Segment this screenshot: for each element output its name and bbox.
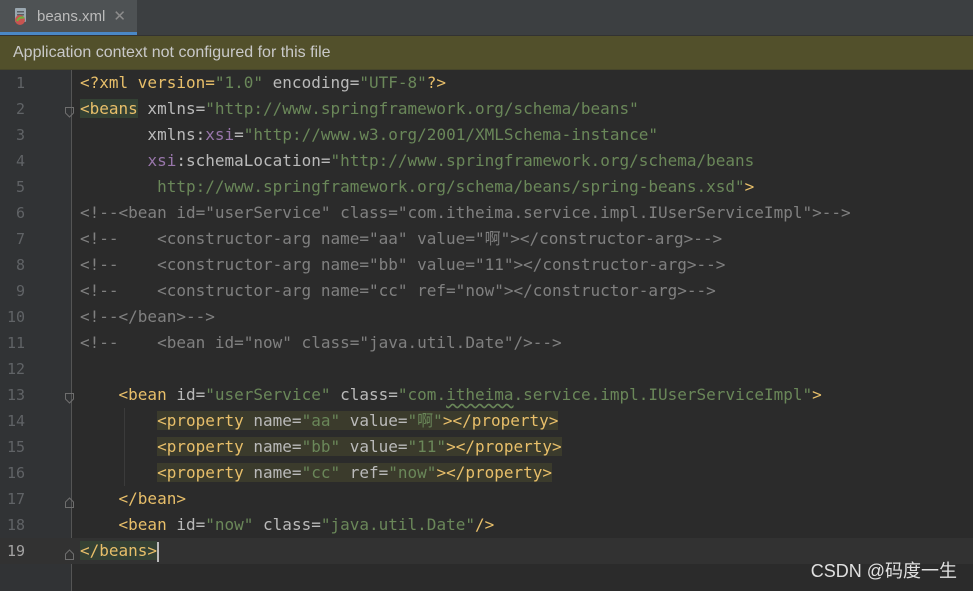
code-line-1[interactable]: 1 <?xml version="1.0" encoding="UTF-8"?> (0, 70, 973, 96)
line-number: 10 (6, 308, 25, 326)
line-number: 14 (6, 412, 25, 430)
code-comment: <!-- <constructor-arg name="bb" value="1… (80, 255, 726, 274)
code-line-4[interactable]: 4 xsi:schemaLocation="http://www.springf… (0, 148, 973, 174)
tab-label: beans.xml (37, 7, 106, 25)
code-line-13[interactable]: 13 <bean id="userService" class="com.ith… (0, 382, 973, 408)
code-line-8[interactable]: 8 <!-- <constructor-arg name="bb" value=… (0, 252, 973, 278)
code-line-15[interactable]: 15 <property name="bb" value="11"></prop… (0, 434, 973, 460)
code-line-18[interactable]: 18 <bean id="now" class="java.util.Date"… (0, 512, 973, 538)
line-number: 18 (6, 516, 25, 534)
code-line-12[interactable]: 12 (0, 356, 973, 382)
code-line-14[interactable]: 14 <property name="aa" value="啊"></prope… (0, 408, 973, 434)
line-number: 8 (15, 256, 25, 274)
line-number: 7 (15, 230, 25, 248)
line-number: 3 (15, 126, 25, 144)
code-line-2[interactable]: 2 <beans xmlns="http://www.springframewo… (0, 96, 973, 122)
line-number: 17 (6, 490, 25, 508)
editor-tab-bar: beans.xml ✕ (0, 0, 973, 36)
fold-marker-icon[interactable] (65, 493, 74, 508)
line-number: 4 (15, 152, 25, 170)
xml-spring-file-icon (12, 6, 32, 26)
code-line-11[interactable]: 11 <!-- <bean id="now" class="java.util.… (0, 330, 973, 356)
code-line-5[interactable]: 5 http://www.springframework.org/schema/… (0, 174, 973, 200)
code-comment: <!-- <bean id="now" class="java.util.Dat… (80, 333, 562, 352)
code-text: <bean id="userService" class="com.itheim… (118, 385, 822, 404)
code-text: <property name="aa" value="啊"></property… (157, 411, 559, 430)
code-editor[interactable]: 1 <?xml version="1.0" encoding="UTF-8"?>… (0, 70, 973, 591)
tab-beans-xml[interactable]: beans.xml ✕ (0, 0, 137, 35)
fold-marker-icon[interactable] (65, 103, 74, 118)
code-comment: <!-- <constructor-arg name="aa" value="啊… (80, 229, 723, 248)
fold-marker-icon[interactable] (65, 389, 74, 404)
line-number: 13 (6, 386, 25, 404)
close-icon[interactable]: ✕ (113, 7, 126, 25)
code-text: <property name="bb" value="11"></propert… (157, 437, 562, 456)
code-text: http://www.springframework.org/schema/be… (157, 177, 755, 196)
line-number: 1 (15, 74, 25, 92)
code-text: <property name="cc" ref="now"></property… (157, 463, 553, 482)
line-number: 5 (15, 178, 25, 196)
watermark: CSDN @码度一生 (810, 561, 957, 581)
line-number: 19 (6, 542, 25, 560)
line-number: 6 (15, 204, 25, 222)
code-text: <?xml version="1.0" encoding="UTF-8"?> (80, 73, 447, 92)
text-caret (157, 541, 160, 562)
notification-banner: Application context not configured for t… (0, 36, 973, 70)
line-number: 15 (6, 438, 25, 456)
code-comment: <!--</bean>--> (80, 307, 215, 326)
code-line-9[interactable]: 9 <!-- <constructor-arg name="cc" ref="n… (0, 278, 973, 304)
code-line-17[interactable]: 17 </bean> (0, 486, 973, 512)
banner-message: Application context not configured for t… (13, 43, 331, 61)
line-number: 16 (6, 464, 25, 482)
code-line-7[interactable]: 7 <!-- <constructor-arg name="aa" value=… (0, 226, 973, 252)
code-text: <bean id="now" class="java.util.Date"/> (118, 515, 495, 534)
code-line-16[interactable]: 16 <property name="cc" ref="now"></prope… (0, 460, 973, 486)
code-text: </beans> (80, 541, 160, 562)
code-comment: <!-- <constructor-arg name="cc" ref="now… (80, 281, 716, 300)
code-text: xmlns:xsi="http://www.w3.org/2001/XMLSch… (80, 125, 658, 144)
line-number: 12 (6, 360, 25, 378)
line-number: 11 (6, 334, 25, 352)
code-text: </bean> (118, 489, 186, 508)
line-number: 2 (15, 100, 25, 118)
code-text: xsi:schemaLocation="http://www.springfra… (147, 151, 755, 170)
code-comment: <!--<bean id="userService" class="com.it… (80, 203, 851, 222)
fold-marker-icon[interactable] (65, 545, 74, 560)
line-number: 9 (15, 282, 25, 300)
code-line-10[interactable]: 10 <!--</bean>--> (0, 304, 973, 330)
code-line-6[interactable]: 6 <!--<bean id="userService" class="com.… (0, 200, 973, 226)
code-line-3[interactable]: 3 xmlns:xsi="http://www.w3.org/2001/XMLS… (0, 122, 973, 148)
code-text: <beans xmlns="http://www.springframework… (80, 99, 639, 118)
